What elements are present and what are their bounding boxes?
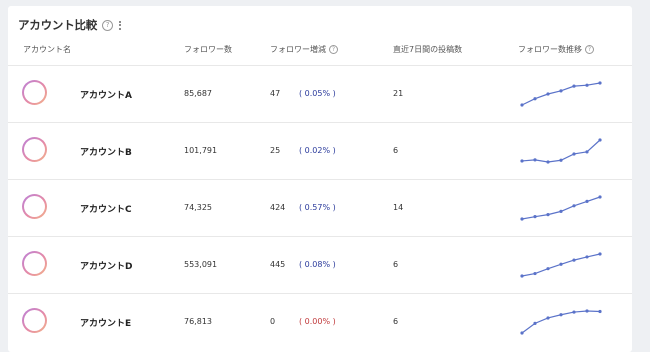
post-count: 6 <box>393 146 399 155</box>
follower-change-percent: ( 0.08% ) <box>299 260 336 269</box>
sparkline-point <box>533 215 537 219</box>
follower-change-percent: ( 0.05% ) <box>299 89 336 98</box>
sparkline-point <box>559 262 563 266</box>
follower-change-percent: ( 0.00% ) <box>299 317 336 326</box>
column-header-posts-7days: 直近7日間の投稿数 <box>393 45 463 54</box>
table-row[interactable]: アカウントA 85,687 47 ( 0.05% ) 21 <box>8 65 632 122</box>
sparkline-point <box>520 331 524 335</box>
sparkline-point <box>520 217 524 221</box>
more-menu-icon[interactable] <box>119 20 122 30</box>
sparkline-line <box>521 82 601 106</box>
sparkline-point <box>559 158 563 162</box>
follower-change: 25 <box>270 146 281 155</box>
column-header-follower-change: フォロワー増減? <box>270 44 338 55</box>
sparkline-point <box>520 103 524 107</box>
account-name: アカウントA <box>80 91 132 101</box>
avatar <box>22 194 47 219</box>
follower-count: 76,813 <box>184 317 212 326</box>
follower-count: 101,791 <box>184 146 218 155</box>
sparkline-point <box>598 195 602 199</box>
account-comparison-card: アカウント比較 ? アカウント名 フォロワー数 フォロワー増減? 直近7日間の投… <box>8 6 632 352</box>
sparkline-point <box>520 274 524 278</box>
help-icon[interactable]: ? <box>329 45 338 54</box>
sparkline-point <box>598 81 602 85</box>
sparkline-point <box>559 313 563 317</box>
follower-count: 74,325 <box>184 203 212 212</box>
follower-count: 85,687 <box>184 89 212 98</box>
follower-trend-sparkline <box>520 195 602 221</box>
sparkline-point <box>585 199 589 203</box>
sparkline-point <box>572 204 576 208</box>
follower-trend-sparkline <box>520 138 602 164</box>
sparkline-point <box>572 84 576 88</box>
card-title: アカウント比較 <box>18 18 98 32</box>
table-row[interactable]: アカウントB 101,791 25 ( 0.02% ) 6 <box>8 122 632 179</box>
follower-change: 0 <box>270 317 276 326</box>
avatar <box>22 80 47 105</box>
sparkline-point <box>546 316 550 320</box>
card-header: アカウント比較 ? <box>18 16 122 34</box>
post-count: 6 <box>393 260 399 269</box>
sparkline-point <box>546 92 550 96</box>
sparkline-point <box>546 267 550 271</box>
avatar <box>22 308 47 333</box>
table-row[interactable]: アカウントC 74,325 424 ( 0.57% ) 14 <box>8 179 632 236</box>
sparkline-point <box>559 209 563 213</box>
account-name: アカウントB <box>80 148 132 158</box>
sparkline-point <box>533 321 537 325</box>
sparkline-line <box>521 196 601 220</box>
sparkline-point <box>598 309 602 314</box>
column-header-follower-trend: フォロワー数推移? <box>518 44 594 55</box>
follower-change: 47 <box>270 89 281 98</box>
follower-change: 424 <box>270 203 286 212</box>
sparkline-point <box>585 255 589 259</box>
sparkline-point <box>520 159 524 163</box>
sparkline-point <box>585 309 589 313</box>
post-count: 14 <box>393 203 404 212</box>
table-row[interactable]: アカウントE 76,813 0 ( 0.00% ) 6 <box>8 293 632 350</box>
sparkline-point <box>533 97 537 101</box>
table-row[interactable]: アカウントD 553,091 445 ( 0.08% ) 6 <box>8 236 632 293</box>
avatar <box>22 251 47 276</box>
sparkline-point <box>585 150 589 154</box>
sparkline-point <box>585 83 589 87</box>
account-name: アカウントD <box>80 262 133 272</box>
sparkline-point <box>572 310 576 314</box>
follower-trend-sparkline <box>520 252 602 278</box>
post-count: 21 <box>393 89 404 98</box>
follower-change-percent: ( 0.02% ) <box>299 146 336 155</box>
sparkline-point <box>546 213 550 217</box>
follower-change-percent: ( 0.57% ) <box>299 203 336 212</box>
follower-change: 445 <box>270 260 286 269</box>
follower-trend-sparkline <box>520 81 602 107</box>
post-count: 6 <box>393 317 399 326</box>
help-icon[interactable]: ? <box>102 19 114 31</box>
sparkline-point <box>572 258 576 262</box>
sparkline-point <box>598 138 602 142</box>
sparkline-point <box>598 252 602 256</box>
account-name: アカウントC <box>80 205 132 215</box>
avatar <box>22 137 47 162</box>
column-header-followers: フォロワー数 <box>184 45 232 54</box>
follower-count: 553,091 <box>184 260 218 269</box>
follower-trend-sparkline <box>520 309 602 335</box>
sparkline-point <box>572 152 576 156</box>
sparkline-point <box>533 158 537 162</box>
column-header-account-name: アカウント名 <box>23 45 71 54</box>
sparkline-point <box>559 89 563 93</box>
help-icon[interactable]: ? <box>585 45 594 54</box>
sparkline-point <box>533 271 537 276</box>
sparkline-point <box>546 160 550 164</box>
account-name: アカウントE <box>80 319 132 329</box>
